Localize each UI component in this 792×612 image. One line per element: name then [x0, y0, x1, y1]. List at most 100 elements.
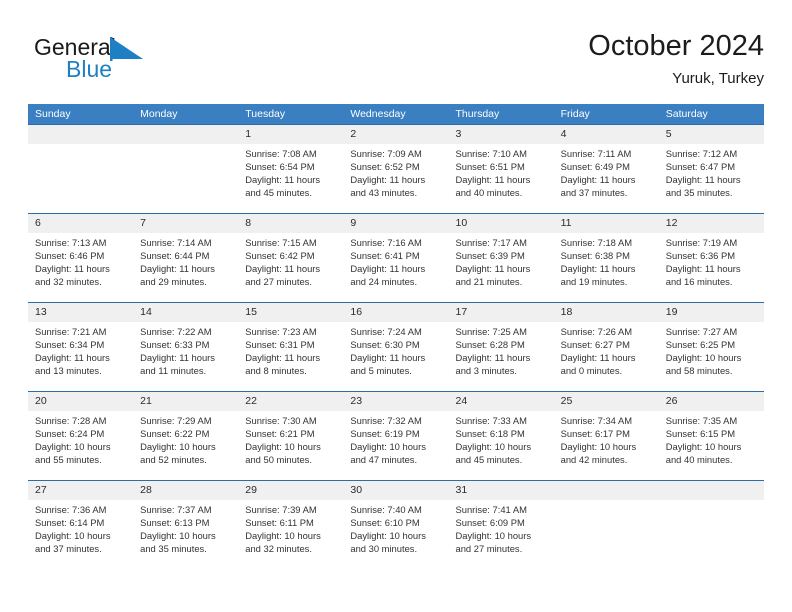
day-number[interactable]: 12 [659, 214, 764, 233]
day-number[interactable]: 4 [554, 125, 659, 144]
day-cell[interactable]: Sunrise: 7:14 AM Sunset: 6:44 PM Dayligh… [133, 233, 238, 302]
page-header: General Blue October 2024 Yuruk, Turkey [28, 28, 764, 98]
day-cell[interactable]: Sunrise: 7:37 AM Sunset: 6:13 PM Dayligh… [133, 500, 238, 569]
day-number[interactable]: 7 [133, 214, 238, 233]
day-number[interactable]: 26 [659, 392, 764, 411]
day-number[interactable]: 16 [343, 303, 448, 322]
daylight-text-line1: Daylight: 11 hours [455, 174, 531, 186]
day-number[interactable]: 6 [28, 214, 133, 233]
day-number[interactable]: 24 [449, 392, 554, 411]
day-cell[interactable]: Sunrise: 7:35 AM Sunset: 6:15 PM Dayligh… [659, 411, 764, 480]
week-date-band: 13 14 15 16 17 18 19 [28, 303, 764, 322]
day-cell[interactable]: Sunrise: 7:26 AM Sunset: 6:27 PM Dayligh… [554, 322, 659, 391]
sunset-text: Sunset: 6:11 PM [245, 517, 314, 529]
day-cell[interactable]: Sunrise: 7:19 AM Sunset: 6:36 PM Dayligh… [659, 233, 764, 302]
day-number[interactable]: 25 [554, 392, 659, 411]
day-cell[interactable]: Sunrise: 7:23 AM Sunset: 6:31 PM Dayligh… [238, 322, 343, 391]
day-cell[interactable] [28, 144, 133, 213]
day-cell[interactable]: Sunrise: 7:18 AM Sunset: 6:38 PM Dayligh… [554, 233, 659, 302]
day-cell[interactable]: Sunrise: 7:25 AM Sunset: 6:28 PM Dayligh… [449, 322, 554, 391]
day-number[interactable]: 5 [659, 125, 764, 144]
day-number[interactable]: 3 [449, 125, 554, 144]
day-number[interactable] [133, 125, 238, 144]
day-number[interactable]: 29 [238, 481, 343, 500]
day-number[interactable]: 19 [659, 303, 764, 322]
day-cell[interactable]: Sunrise: 7:13 AM Sunset: 6:46 PM Dayligh… [28, 233, 133, 302]
day-cell[interactable]: Sunrise: 7:11 AM Sunset: 6:49 PM Dayligh… [554, 144, 659, 213]
day-cell[interactable]: Sunrise: 7:34 AM Sunset: 6:17 PM Dayligh… [554, 411, 659, 480]
sunset-text: Sunset: 6:34 PM [35, 339, 105, 351]
day-cell[interactable]: Sunrise: 7:32 AM Sunset: 6:19 PM Dayligh… [343, 411, 448, 480]
daylight-text-line2: and 30 minutes. [350, 543, 418, 555]
sunset-text: Sunset: 6:10 PM [350, 517, 420, 529]
daylight-text-line2: and 50 minutes. [245, 454, 312, 466]
day-number[interactable]: 21 [133, 392, 238, 411]
day-cell[interactable]: Sunrise: 7:27 AM Sunset: 6:25 PM Dayligh… [659, 322, 764, 391]
daylight-text-line1: Daylight: 10 hours [245, 530, 321, 542]
daylight-text-line2: and 37 minutes. [560, 187, 628, 199]
day-cell[interactable]: Sunrise: 7:36 AM Sunset: 6:14 PM Dayligh… [28, 500, 133, 569]
week-date-band: 27 28 29 30 31 [28, 481, 764, 500]
day-number[interactable]: 9 [343, 214, 448, 233]
day-number[interactable]: 17 [449, 303, 554, 322]
day-number[interactable]: 30 [343, 481, 448, 500]
day-cell[interactable]: Sunrise: 7:22 AM Sunset: 6:33 PM Dayligh… [133, 322, 238, 391]
day-cell[interactable] [554, 500, 659, 569]
day-cell[interactable]: Sunrise: 7:24 AM Sunset: 6:30 PM Dayligh… [343, 322, 448, 391]
day-cell[interactable] [133, 144, 238, 213]
day-cell[interactable]: Sunrise: 7:30 AM Sunset: 6:21 PM Dayligh… [238, 411, 343, 480]
day-number[interactable]: 14 [133, 303, 238, 322]
day-number[interactable]: 31 [449, 481, 554, 500]
day-cell[interactable] [659, 500, 764, 569]
sunset-text: Sunset: 6:27 PM [560, 339, 630, 351]
day-cell[interactable]: Sunrise: 7:28 AM Sunset: 6:24 PM Dayligh… [28, 411, 133, 480]
daylight-text-line2: and 47 minutes. [350, 454, 418, 466]
sunrise-text: Sunrise: 7:29 AM [140, 415, 212, 426]
day-cell[interactable]: Sunrise: 7:15 AM Sunset: 6:42 PM Dayligh… [238, 233, 343, 302]
day-cell[interactable]: Sunrise: 7:29 AM Sunset: 6:22 PM Dayligh… [133, 411, 238, 480]
sunrise-text: Sunrise: 7:33 AM [455, 415, 527, 426]
day-number[interactable]: 20 [28, 392, 133, 411]
day-number[interactable]: 28 [133, 481, 238, 500]
sunrise-text: Sunrise: 7:09 AM [350, 148, 422, 159]
day-number[interactable]: 13 [28, 303, 133, 322]
day-number[interactable]: 23 [343, 392, 448, 411]
day-cell[interactable]: Sunrise: 7:09 AM Sunset: 6:52 PM Dayligh… [343, 144, 448, 213]
day-number[interactable] [554, 481, 659, 500]
day-cell[interactable]: Sunrise: 7:12 AM Sunset: 6:47 PM Dayligh… [659, 144, 764, 213]
weekday-header-tuesday: Tuesday [245, 108, 286, 120]
day-cell[interactable]: Sunrise: 7:40 AM Sunset: 6:10 PM Dayligh… [343, 500, 448, 569]
page-title: October 2024 [588, 30, 764, 62]
day-number[interactable] [659, 481, 764, 500]
sunset-text: Sunset: 6:42 PM [245, 250, 315, 262]
daylight-text-line1: Daylight: 11 hours [245, 352, 321, 364]
day-cell[interactable]: Sunrise: 7:10 AM Sunset: 6:51 PM Dayligh… [449, 144, 554, 213]
day-number[interactable] [28, 125, 133, 144]
day-number[interactable]: 27 [28, 481, 133, 500]
day-cell[interactable]: Sunrise: 7:33 AM Sunset: 6:18 PM Dayligh… [449, 411, 554, 480]
day-cell[interactable]: Sunrise: 7:39 AM Sunset: 6:11 PM Dayligh… [238, 500, 343, 569]
day-number[interactable]: 11 [554, 214, 659, 233]
sunset-text: Sunset: 6:47 PM [665, 161, 736, 173]
brand-name-blue: Blue [66, 56, 113, 82]
day-number[interactable]: 15 [238, 303, 343, 322]
sunrise-text: Sunrise: 7:16 AM [350, 237, 422, 248]
day-number[interactable]: 8 [238, 214, 343, 233]
day-number[interactable]: 22 [238, 392, 343, 411]
week-date-band: 20 21 22 23 24 25 26 [28, 392, 764, 411]
daylight-text-line1: Daylight: 10 hours [455, 441, 532, 453]
sunrise-text: Sunrise: 7:34 AM [560, 415, 633, 426]
day-number[interactable]: 1 [238, 125, 343, 144]
day-number[interactable]: 10 [449, 214, 554, 233]
day-cell[interactable]: Sunrise: 7:16 AM Sunset: 6:41 PM Dayligh… [343, 233, 448, 302]
day-number[interactable]: 2 [343, 125, 448, 144]
day-cell[interactable]: Sunrise: 7:08 AM Sunset: 6:54 PM Dayligh… [238, 144, 343, 213]
day-cell[interactable]: Sunrise: 7:17 AM Sunset: 6:39 PM Dayligh… [449, 233, 554, 302]
sunrise-text: Sunrise: 7:15 AM [245, 237, 317, 248]
day-cell[interactable]: Sunrise: 7:21 AM Sunset: 6:34 PM Dayligh… [28, 322, 133, 391]
daylight-text-line2: and 21 minutes. [455, 276, 523, 288]
daylight-text-line1: Daylight: 11 hours [560, 352, 636, 364]
daylight-text-line1: Daylight: 10 hours [560, 441, 637, 453]
day-cell[interactable]: Sunrise: 7:41 AM Sunset: 6:09 PM Dayligh… [449, 500, 554, 569]
day-number[interactable]: 18 [554, 303, 659, 322]
